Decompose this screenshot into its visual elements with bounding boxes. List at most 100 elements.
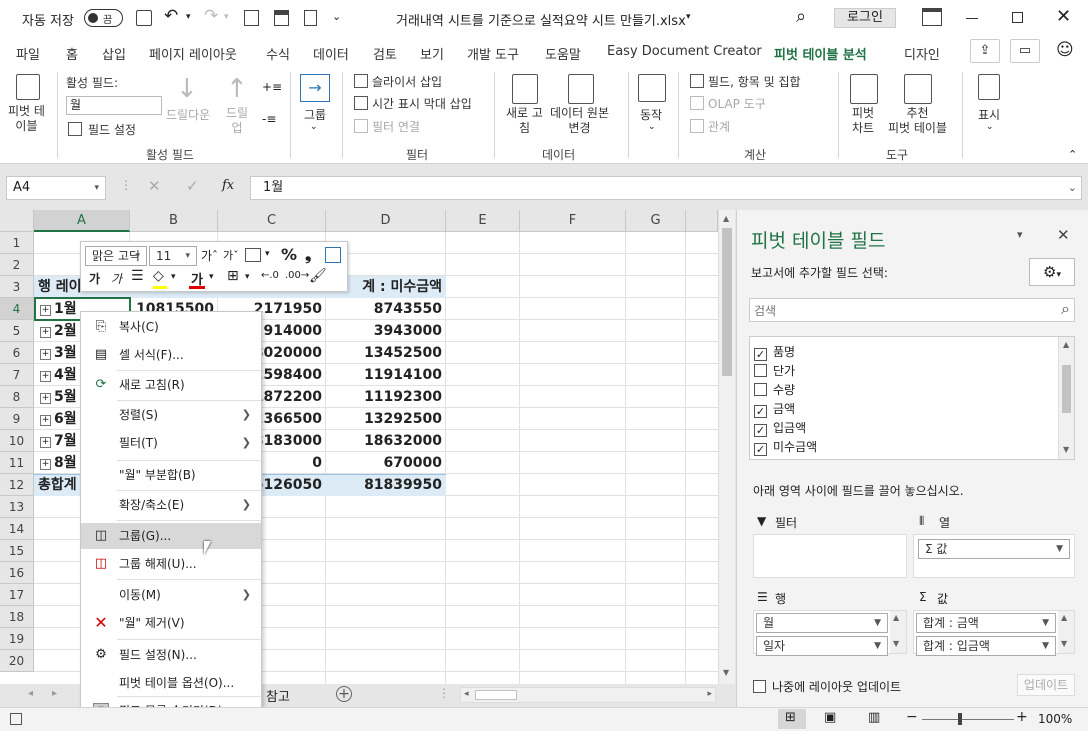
minimize-icon[interactable] [966,18,978,19]
tab-insert[interactable]: 삽입 [102,44,126,63]
comment-icon[interactable]: ▭ [1010,39,1040,63]
row-header[interactable]: 2 [0,254,34,276]
tab-review[interactable]: 검토 [373,44,397,63]
tab-pivot-analyze[interactable]: 피벗 테이블 분석 [774,44,867,69]
zoom-slider-track[interactable] [922,719,1014,720]
redo-dropdown-icon[interactable]: ▾ [224,12,229,22]
collapse-field-icon[interactable]: -≡ [262,112,276,126]
field-settings-icon[interactable] [68,122,82,136]
align-center-icon[interactable]: ☰ [131,268,144,284]
row-header[interactable]: 7 [0,364,34,386]
checkbox[interactable]: ✓ [754,424,767,437]
menu-item-ungroup[interactable]: ◫ 그룹 해제(U)... [81,551,261,577]
borders-icon[interactable]: ⊞ [227,268,239,284]
column-header[interactable]: E [446,210,520,232]
normal-view-button[interactable]: ⊞ [778,709,806,729]
filter-connections-button[interactable]: 필터 연결 [372,118,420,135]
field-item[interactable]: 단가 [754,362,795,379]
accounting-format-icon[interactable] [245,248,261,262]
enter-formula-icon[interactable]: ✓ [186,177,199,195]
name-box[interactable]: A4 ▾ [6,176,106,200]
page-break-view-icon[interactable]: ▥ [868,710,880,725]
select-all-corner[interactable] [0,210,34,232]
menu-item-move[interactable]: 이동(M) ❯ [81,582,261,608]
maximize-icon[interactable] [1012,12,1023,23]
recommended-pivot-icon[interactable] [904,74,932,104]
undo-dropdown-icon[interactable]: ▾ [186,12,191,22]
drilldown-icon[interactable]: ↓ [176,74,198,104]
column-header[interactable]: B [130,210,218,232]
tab-file[interactable]: 파일 [16,44,40,63]
values-drop-area[interactable]: 합계 : 금액 ▼ 합계 : 입금액 ▼ ▲ ▼ [913,610,1075,656]
tab-help[interactable]: 도움말 [545,44,581,63]
scroll-up-icon[interactable]: ▲ [723,214,729,223]
fields-items-icon[interactable] [690,74,704,88]
show-icon[interactable] [978,74,1000,100]
pivot-value-cell[interactable]: 670000 [326,452,446,474]
menu-item-copy[interactable]: ⎘ 복사(C) [81,314,261,340]
row-header[interactable]: 18 [0,606,34,628]
row-header[interactable]: 10 [0,430,34,452]
zoom-level[interactable]: 100% [1038,712,1072,726]
pane-settings-gear-icon[interactable]: ⚙▾ [1029,258,1075,286]
hscroll-thumb[interactable] [475,690,517,700]
font-select[interactable]: 맑은 고딕 ▾ [85,246,147,266]
pivot-chart-icon[interactable] [850,74,878,104]
rows-field-chip[interactable]: 월 ▼ [756,613,888,633]
pivot-value-cell[interactable]: 3943000 [326,320,446,342]
fields-items-sets-button[interactable]: 필드, 항목 및 집합 [708,73,801,90]
actions-dropdown-icon[interactable]: ⌄ [648,122,656,132]
fill-color-icon[interactable]: ◇ [153,268,164,284]
borders-dropdown-icon[interactable]: ▾ [245,272,250,282]
bold-icon[interactable]: 가 [89,270,100,287]
pivot-table-icon[interactable] [16,74,40,100]
scroll-down-icon[interactable]: ▼ [1063,445,1069,454]
actions-icon[interactable] [638,74,666,102]
new-sheet-icon[interactable] [244,10,259,26]
menu-item-pivot-options[interactable]: 피벗 테이블 옵션(O)... [81,670,261,696]
page-layout-view-icon[interactable]: ▣ [824,710,836,725]
refresh-icon[interactable] [512,74,538,104]
menu-item-field-settings[interactable]: ⚙ 필드 설정(N)... [81,642,261,668]
paintbrush-icon[interactable]: 🖌 [309,268,327,284]
menu-item-expand-collapse[interactable]: 확장/축소(E) ❯ [81,492,261,518]
relationships-button[interactable]: 관계 [708,118,730,135]
scroll-down-icon[interactable]: ▼ [723,668,729,677]
row-header[interactable]: 15 [0,540,34,562]
change-source-button[interactable]: 데이터 원본 변경 [550,106,609,136]
change-source-icon[interactable] [568,74,594,104]
row-header[interactable]: 12 [0,474,34,496]
scroll-right-icon[interactable]: ▸ [707,689,712,699]
autosave-toggle[interactable]: 끔 [84,9,123,27]
collapse-ribbon-icon[interactable]: ⌃ [1068,148,1077,161]
row-header[interactable]: 13 [0,496,34,518]
percent-icon[interactable]: % [281,245,297,264]
horizontal-scrollbar[interactable]: ◂ ▸ [460,687,716,703]
formula-input[interactable]: 1월 ⌄ [250,176,1082,200]
checkbox[interactable]: ✓ [754,348,767,361]
actions-button[interactable]: 동작 [640,106,662,123]
checkbox[interactable] [754,364,767,377]
tab-design[interactable]: 디자인 [904,44,940,63]
pivot-value-cell[interactable]: 13452500 [326,342,446,364]
drillup-button[interactable]: 드릴 업 [226,106,248,136]
rows-field-chip[interactable]: 일자 ▼ [756,636,888,656]
row-header[interactable]: 14 [0,518,34,540]
expand-field-icon[interactable]: +≡ [262,80,282,94]
ribbon-display-icon[interactable] [922,8,942,26]
group-dropdown-icon[interactable]: ⌄ [310,122,318,132]
field-item[interactable]: ✓ 품명 [754,343,795,361]
row-header[interactable]: 6 [0,342,34,364]
field-item[interactable]: ✓ 금액 [754,400,795,418]
row-header[interactable]: 3 [0,276,34,298]
decrease-decimal-icon[interactable]: .00→ [285,270,309,281]
zoom-out-icon[interactable]: − [906,709,918,725]
customize-qat-icon[interactable]: ⌄ [332,10,341,23]
row-header[interactable]: 17 [0,584,34,606]
values-field-chip[interactable]: 합계 : 입금액 ▼ [916,636,1056,656]
column-header[interactable]: G [626,210,686,232]
pane-options-icon[interactable]: ▾ [1017,228,1023,241]
row-header[interactable]: 4 [0,298,34,320]
zoom-slider-thumb[interactable] [958,713,962,725]
login-button[interactable]: 로그인 [834,8,896,28]
